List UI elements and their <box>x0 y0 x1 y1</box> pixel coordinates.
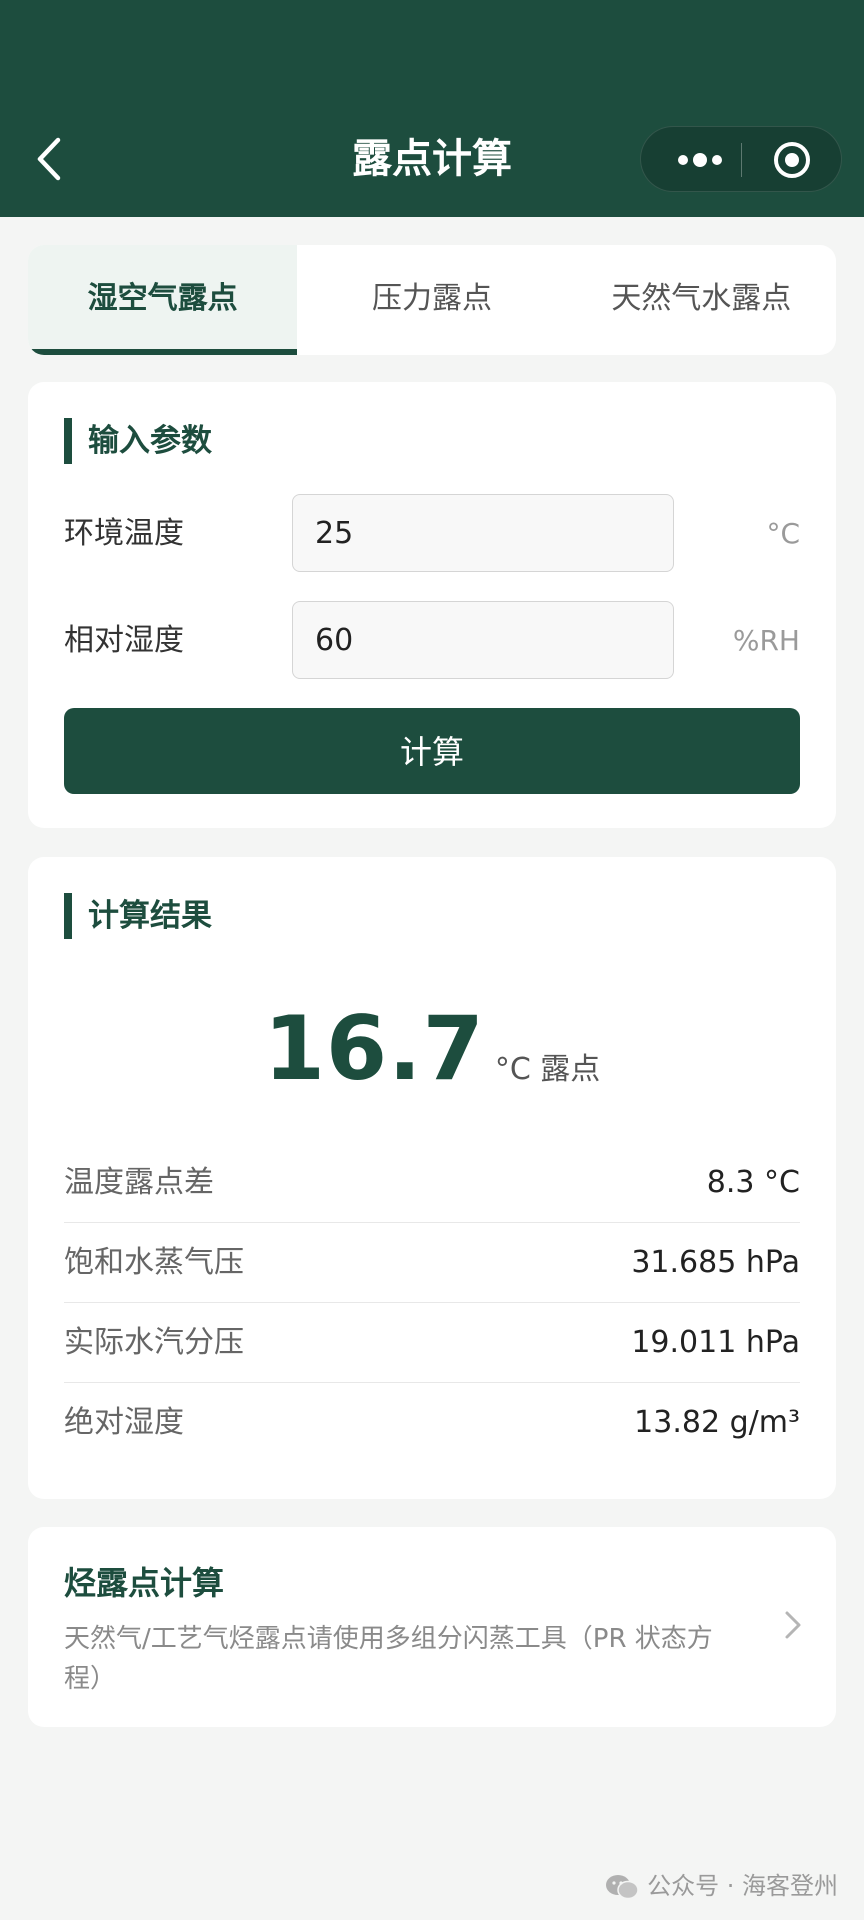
input-card: 输入参数 环境温度 °C 相对湿度 %RH 计算 <box>28 382 836 828</box>
section-accent-bar <box>64 893 72 939</box>
more-dots-icon <box>678 153 722 167</box>
dew-point-unit: °C 露点 <box>494 1052 601 1087</box>
humidity-input[interactable] <box>292 601 674 679</box>
hydrocarbon-dew-point-link[interactable]: 烃露点计算 天然气/工艺气烃露点请使用多组分闪蒸工具（PR 状态方程） <box>28 1527 836 1727</box>
input-section-title-text: 输入参数 <box>88 423 212 459</box>
result-section-title: 计算结果 <box>64 893 212 939</box>
result-row-value: 13.82 g/m³ <box>634 1405 800 1440</box>
target-circle-icon <box>774 142 810 178</box>
temperature-unit: °C <box>766 517 800 550</box>
temperature-input[interactable] <box>292 494 674 572</box>
more-button[interactable] <box>663 127 737 193</box>
calculate-button[interactable]: 计算 <box>64 708 800 794</box>
input-section-title: 输入参数 <box>64 418 212 464</box>
close-mini-program-button[interactable] <box>761 127 823 193</box>
dew-point-value: 16.7 <box>263 997 485 1100</box>
result-row-value: 8.3 °C <box>706 1165 800 1200</box>
tab-pressure-dew-point[interactable]: 压力露点 <box>297 245 566 355</box>
result-row-value: 19.011 hPa <box>631 1325 800 1360</box>
watermark-text: 公众号 · 海客登州 <box>647 1872 838 1900</box>
mode-tabs: 湿空气露点 压力露点 天然气水露点 <box>28 245 836 355</box>
result-row-label: 饱和水蒸气压 <box>64 1245 244 1280</box>
wechat-icon <box>606 1875 639 1900</box>
result-row-label: 绝对湿度 <box>64 1405 184 1440</box>
result-row-label: 实际水汽分压 <box>64 1325 244 1360</box>
result-row: 温度露点差 8.3 °C <box>64 1143 800 1223</box>
app-header: 露点计算 <box>0 0 864 217</box>
result-card: 计算结果 16.7 °C 露点 温度露点差 8.3 °C 饱和水蒸气压 31.68… <box>28 857 836 1499</box>
hydrocarbon-title: 烃露点计算 <box>64 1564 225 1602</box>
temperature-label: 环境温度 <box>64 516 184 551</box>
result-row-value: 31.685 hPa <box>631 1245 800 1280</box>
tab-humid-air-dew-point[interactable]: 湿空气露点 <box>28 245 298 355</box>
capsule-divider <box>741 143 742 177</box>
humidity-label: 相对湿度 <box>64 623 184 658</box>
tab-natural-gas-water-dew-point[interactable]: 天然气水露点 <box>567 245 836 355</box>
result-section-title-text: 计算结果 <box>88 898 212 934</box>
result-row: 饱和水蒸气压 31.685 hPa <box>64 1223 800 1303</box>
mini-program-capsule <box>640 126 842 192</box>
dew-point-result: 16.7 °C 露点 <box>28 997 836 1100</box>
watermark: 公众号 · 海客登州 <box>605 1862 838 1910</box>
humidity-unit: %RH <box>732 624 800 657</box>
result-row-label: 温度露点差 <box>64 1165 214 1200</box>
section-accent-bar <box>64 418 72 464</box>
chevron-right-icon <box>785 1611 801 1639</box>
result-row: 实际水汽分压 19.011 hPa <box>64 1303 800 1383</box>
result-row: 绝对湿度 13.82 g/m³ <box>64 1383 800 1463</box>
hydrocarbon-description: 天然气/工艺气烃露点请使用多组分闪蒸工具（PR 状态方程） <box>64 1624 713 1694</box>
